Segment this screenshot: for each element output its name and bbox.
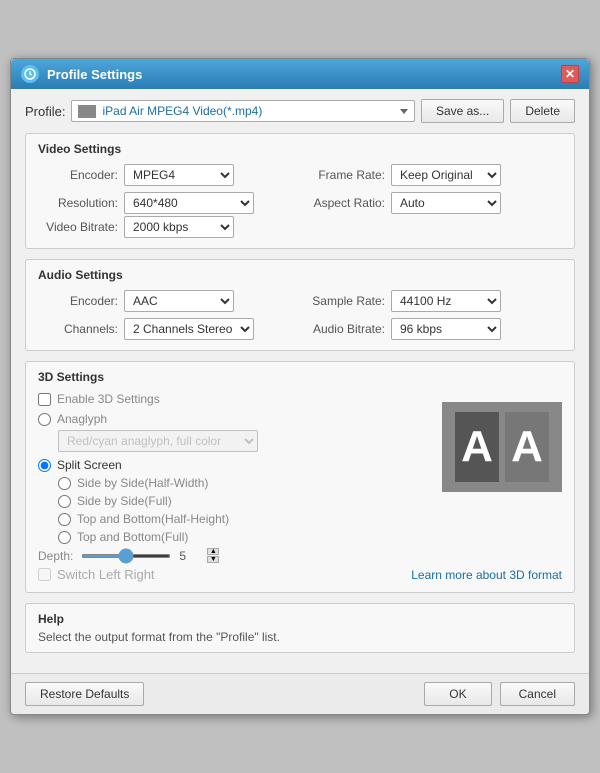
save-as-button[interactable]: Save as...	[421, 99, 504, 123]
depth-row: Depth: 5 ▲ ▼	[38, 548, 562, 563]
encoder-select[interactable]: MPEG4 H.264 H.265	[124, 164, 234, 186]
top-full-row: Top and Bottom(Full)	[58, 530, 562, 544]
close-button[interactable]: ✕	[561, 65, 579, 83]
audio-bitrate-row: Audio Bitrate: 96 kbps 128 kbps 192 kbps	[305, 318, 562, 340]
aspect-ratio-select[interactable]: Auto 4:3 16:9	[391, 192, 501, 214]
restore-defaults-button[interactable]: Restore Defaults	[25, 682, 144, 706]
depth-value: 5	[179, 549, 199, 563]
sample-rate-row: Sample Rate: 44100 Hz 22050 Hz 48000 Hz	[305, 290, 562, 312]
top-half-radio[interactable]	[58, 513, 71, 526]
frame-rate-label: Frame Rate:	[305, 168, 385, 182]
audio-settings-grid: Encoder: AAC MP3 AC3 Sample Rate: 44100 …	[38, 290, 562, 340]
profile-settings-dialog: Profile Settings ✕ Profile: iPad Air MPE…	[10, 58, 590, 715]
help-title: Help	[38, 612, 562, 626]
help-section: Help Select the output format from the "…	[25, 603, 575, 653]
side-full-row: Side by Side(Full)	[58, 494, 562, 508]
profile-icon	[78, 105, 96, 118]
encoder-label: Encoder:	[38, 168, 118, 182]
preview-a-right: A	[505, 412, 549, 482]
aspect-ratio-row: Aspect Ratio: Auto 4:3 16:9	[305, 192, 562, 214]
profile-label: Profile:	[25, 104, 65, 119]
enable-3d-checkbox[interactable]	[38, 393, 51, 406]
video-bitrate-label: Video Bitrate:	[38, 220, 118, 234]
profile-value: iPad Air MPEG4 Video(*.mp4)	[102, 104, 395, 118]
audio-encoder-label: Encoder:	[38, 294, 118, 308]
dialog-body: Profile: iPad Air MPEG4 Video(*.mp4) Sav…	[11, 89, 589, 673]
sample-rate-select[interactable]: 44100 Hz 22050 Hz 48000 Hz	[391, 290, 501, 312]
video-settings-section: Video Settings Encoder: MPEG4 H.264 H.26…	[25, 133, 575, 249]
3d-preview-box: A A	[442, 402, 562, 492]
preview-aa: A A	[455, 412, 549, 482]
profile-dropdown[interactable]: iPad Air MPEG4 Video(*.mp4)	[71, 100, 414, 122]
depth-spinner: ▲ ▼	[207, 548, 219, 563]
help-text: Select the output format from the "Profi…	[38, 630, 562, 644]
frame-rate-select[interactable]: Keep Original 24 25 30	[391, 164, 501, 186]
channels-row: Channels: 2 Channels Stereo 1 Channel Mo…	[38, 318, 295, 340]
channels-select[interactable]: 2 Channels Stereo 1 Channel Mono	[124, 318, 254, 340]
bottom-row: Switch Left Right Learn more about 3D fo…	[38, 567, 562, 582]
depth-label: Depth:	[38, 549, 73, 563]
top-full-radio[interactable]	[58, 531, 71, 544]
side-half-radio[interactable]	[58, 477, 71, 490]
switch-lr-checkbox[interactable]	[38, 568, 51, 581]
video-settings-grid: Encoder: MPEG4 H.264 H.265 Frame Rate: K…	[38, 164, 562, 214]
side-full-label: Side by Side(Full)	[77, 494, 172, 508]
cancel-button[interactable]: Cancel	[500, 682, 575, 706]
frame-rate-row: Frame Rate: Keep Original 24 25 30	[305, 164, 562, 186]
audio-settings-title: Audio Settings	[38, 268, 562, 282]
audio-bitrate-select[interactable]: 96 kbps 128 kbps 192 kbps	[391, 318, 501, 340]
audio-settings-section: Audio Settings Encoder: AAC MP3 AC3 Samp…	[25, 259, 575, 351]
footer-right: OK Cancel	[424, 682, 575, 706]
profile-dropdown-arrow	[400, 109, 408, 114]
encoder-row: Encoder: MPEG4 H.264 H.265	[38, 164, 295, 186]
dialog-title: Profile Settings	[47, 67, 561, 82]
profile-row: Profile: iPad Air MPEG4 Video(*.mp4) Sav…	[25, 99, 575, 123]
depth-up-button[interactable]: ▲	[207, 548, 219, 555]
audio-encoder-row: Encoder: AAC MP3 AC3	[38, 290, 295, 312]
sample-rate-label: Sample Rate:	[305, 294, 385, 308]
channels-label: Channels:	[38, 322, 118, 336]
enable-3d-label[interactable]: Enable 3D Settings	[57, 392, 160, 406]
resolution-label: Resolution:	[38, 196, 118, 210]
footer: Restore Defaults OK Cancel	[11, 673, 589, 714]
app-icon	[21, 65, 39, 83]
anaglyph-radio[interactable]	[38, 413, 51, 426]
video-bitrate-row: Video Bitrate: 2000 kbps 1500 kbps 1000 …	[38, 216, 562, 238]
ok-button[interactable]: OK	[424, 682, 491, 706]
switch-lr-label[interactable]: Switch Left Right	[57, 567, 155, 582]
resolution-row: Resolution: 640*480 720*480 1280*720	[38, 192, 295, 214]
switch-row: Switch Left Right	[38, 567, 155, 582]
audio-bitrate-label: Audio Bitrate:	[305, 322, 385, 336]
learn-more-link[interactable]: Learn more about 3D format	[411, 568, 562, 582]
anaglyph-select[interactable]: Red/cyan anaglyph, full color	[58, 430, 258, 452]
3d-settings-title: 3D Settings	[38, 370, 562, 384]
delete-button[interactable]: Delete	[510, 99, 575, 123]
side-half-label: Side by Side(Half-Width)	[77, 476, 208, 490]
top-half-row: Top and Bottom(Half-Height)	[58, 512, 562, 526]
top-half-label: Top and Bottom(Half-Height)	[77, 512, 229, 526]
3d-settings-section: 3D Settings A A Enable 3D Settings Anagl…	[25, 361, 575, 593]
depth-slider[interactable]	[81, 554, 171, 558]
side-full-radio[interactable]	[58, 495, 71, 508]
depth-down-button[interactable]: ▼	[207, 556, 219, 563]
anaglyph-label[interactable]: Anaglyph	[57, 412, 107, 426]
split-screen-label[interactable]: Split Screen	[57, 458, 122, 472]
top-full-label: Top and Bottom(Full)	[77, 530, 188, 544]
audio-encoder-select[interactable]: AAC MP3 AC3	[124, 290, 234, 312]
video-bitrate-select[interactable]: 2000 kbps 1500 kbps 1000 kbps	[124, 216, 234, 238]
preview-a-left: A	[455, 412, 499, 482]
split-screen-radio[interactable]	[38, 459, 51, 472]
footer-left: Restore Defaults	[25, 682, 424, 706]
video-settings-title: Video Settings	[38, 142, 562, 156]
title-bar: Profile Settings ✕	[11, 59, 589, 89]
aspect-ratio-label: Aspect Ratio:	[305, 196, 385, 210]
resolution-select[interactable]: 640*480 720*480 1280*720	[124, 192, 254, 214]
